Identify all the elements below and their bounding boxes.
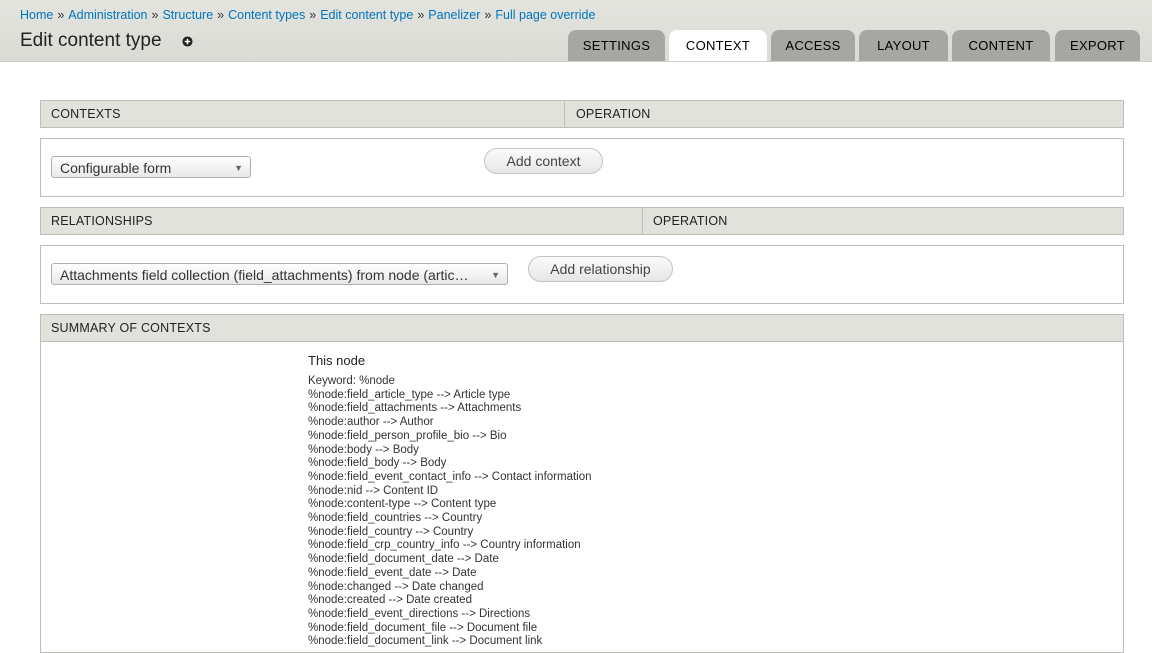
keyword-item: %node:nid --> Content ID	[308, 484, 439, 497]
relationships-operation-heading: OPERATION	[653, 214, 728, 228]
tab-access[interactable]: ACCESS	[771, 30, 855, 61]
keyword-item: %node:field_document_link --> Document l…	[308, 635, 543, 648]
breadcrumb-separator: »	[217, 8, 225, 22]
add-context-button[interactable]: Add context	[484, 148, 603, 174]
keyword-item: %node:field_attachments --> Attachments	[308, 402, 522, 415]
contexts-operation-heading: OPERATION	[576, 107, 651, 121]
page-header: Home» Administration» Structure» Content ty…	[0, 0, 1152, 62]
contexts-column-heading: CONTEXTS	[51, 107, 121, 121]
keyword-item: %node:content-type --> Content type	[308, 498, 497, 511]
relationship-type-select[interactable]: Attachments field collection (field_atta…	[51, 263, 508, 285]
breadcrumb-separator: »	[151, 8, 159, 22]
breadcrumb: Home» Administration» Structure» Content ty…	[20, 8, 595, 22]
keyword-item: %node:body --> Body	[308, 443, 419, 456]
keyword-item: %node:field_article_type --> Article typ…	[308, 388, 511, 401]
keyword-item: %node:field_event_contact_info --> Conta…	[308, 470, 592, 483]
tab-export[interactable]: EXPORT	[1055, 30, 1140, 61]
context-node-title: This node	[308, 353, 366, 368]
column-divider	[564, 101, 565, 127]
relationships-table-header: RELATIONSHIPS OPERATION	[40, 207, 1124, 235]
contexts-table-header: CONTEXTS OPERATION	[40, 100, 1124, 128]
breadcrumb-full-page-override[interactable]: Full page override	[495, 8, 595, 22]
contexts-form-row: Configurable form ▼ Add context	[40, 138, 1124, 197]
summary-of-contexts-panel: This node Keyword: %node %node:field_art…	[40, 342, 1124, 653]
page-title: Edit content type	[20, 30, 162, 51]
keyword-item: %node:field_countries --> Country	[308, 512, 483, 525]
keyword-item: %node:field_document_date --> Date	[308, 553, 499, 566]
breadcrumb-administration[interactable]: Administration	[68, 8, 147, 22]
context-type-select[interactable]: Configurable form ▼	[51, 156, 251, 178]
tab-settings[interactable]: SETTINGS	[568, 30, 665, 61]
summary-heading: SUMMARY OF CONTEXTS	[51, 321, 211, 335]
keyword-list: Keyword: %node %node:field_article_type …	[308, 375, 592, 649]
chevron-down-icon: ▼	[234, 163, 243, 173]
tab-content[interactable]: CONTENT	[952, 30, 1050, 61]
keyword-item: %node:field_body --> Body	[308, 457, 447, 470]
breadcrumb-separator: »	[309, 8, 317, 22]
keyword-item: %node:created --> Date created	[308, 594, 472, 607]
summary-header: SUMMARY OF CONTEXTS	[40, 314, 1124, 342]
breadcrumb-content-types[interactable]: Content types	[228, 8, 305, 22]
chevron-down-icon: ▼	[491, 270, 500, 280]
keyword-item: %node:field_crp_country_info --> Country…	[308, 539, 581, 552]
keyword-item: %node:field_country --> Country	[308, 525, 474, 538]
shortcut-add-icon[interactable]	[182, 36, 193, 47]
tab-layout[interactable]: LAYOUT	[859, 30, 948, 61]
keyword-item: %node:field_event_date --> Date	[308, 566, 477, 579]
keyword-item: %node:field_person_profile_bio --> Bio	[308, 429, 507, 442]
keyword-item: Keyword: %node	[308, 375, 395, 387]
keyword-item: %node:changed --> Date changed	[308, 580, 484, 593]
breadcrumb-separator: »	[57, 8, 65, 22]
breadcrumb-edit-content-type[interactable]: Edit content type	[320, 8, 413, 22]
add-relationship-button[interactable]: Add relationship	[528, 256, 673, 282]
keyword-item: %node:field_event_directions --> Directi…	[308, 607, 531, 620]
breadcrumb-separator: »	[417, 8, 425, 22]
breadcrumb-separator: »	[484, 8, 492, 22]
relationships-form-row: Attachments field collection (field_atta…	[40, 245, 1124, 304]
breadcrumb-structure[interactable]: Structure	[162, 8, 213, 22]
keyword-item: %node:author --> Author	[308, 416, 434, 429]
relationships-column-heading: RELATIONSHIPS	[51, 214, 153, 228]
keyword-item: %node:field_document_file --> Document f…	[308, 621, 538, 634]
breadcrumb-panelizer[interactable]: Panelizer	[428, 8, 480, 22]
column-divider	[642, 208, 643, 234]
relationship-type-select-value: Attachments field collection (field_atta…	[60, 267, 469, 283]
context-type-select-value: Configurable form	[60, 160, 172, 176]
breadcrumb-home[interactable]: Home	[20, 8, 53, 22]
tab-context[interactable]: CONTEXT	[669, 30, 767, 61]
